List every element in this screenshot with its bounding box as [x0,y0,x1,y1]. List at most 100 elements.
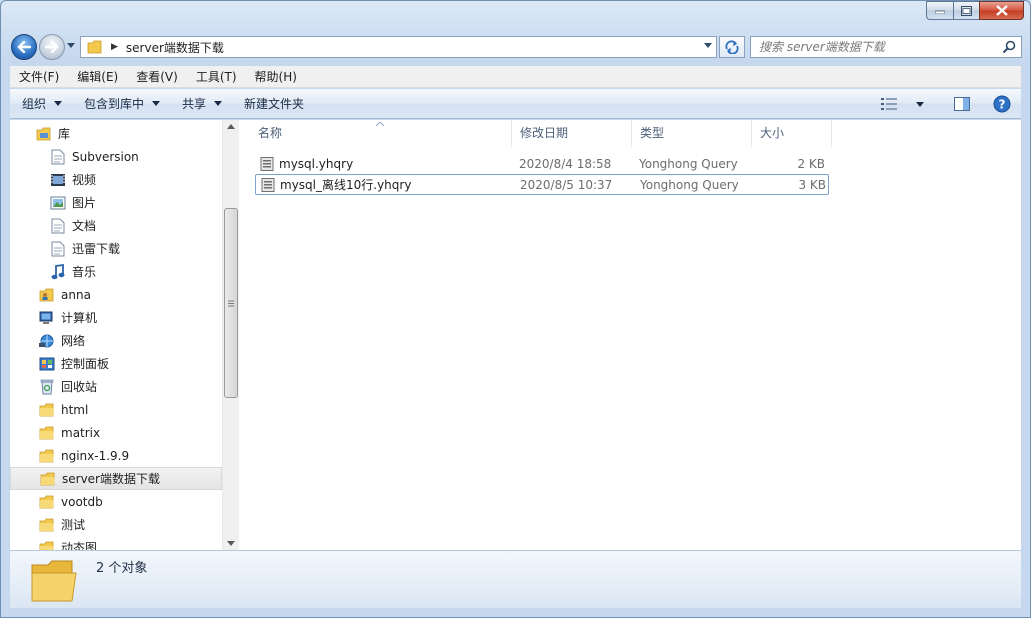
folder-icon [39,540,55,550]
file-size: 3 KB [798,177,826,192]
scrollbar-thumb[interactable] [224,208,238,398]
column-name[interactable]: 名称 [240,120,512,147]
address-row: ▶ server端数据下载 [1,32,1030,62]
close-button[interactable] [979,1,1024,20]
nav-item[interactable]: html [10,398,222,421]
nav-item[interactable]: 测试 [10,513,222,536]
nav-item[interactable]: server端数据下载 [10,467,222,490]
menu-tools[interactable]: 工具(T) [187,66,246,88]
new-folder-label: 新建文件夹 [244,97,305,111]
preview-pane-icon [954,97,970,111]
nav-item[interactable]: anna [10,283,222,306]
caption-buttons [926,1,1024,20]
nav-item[interactable]: 计算机 [10,306,222,329]
nav-item[interactable]: 库 [10,122,222,145]
nav-item[interactable]: 控制面板 [10,352,222,375]
nav-item[interactable]: 网络 [10,329,222,352]
address-dropdown-icon[interactable] [704,43,712,49]
menu-file[interactable]: 文件(F) [10,66,68,88]
menu-bar: 文件(F) 编辑(E) 查看(V) 工具(T) 帮助(H) [10,66,1021,88]
document-icon [50,149,66,165]
minimize-icon [935,10,945,14]
folder-icon [87,40,102,54]
arrow-right-icon [45,41,59,53]
recent-pages-dropdown[interactable] [67,43,75,49]
menu-help[interactable]: 帮助(H) [246,66,306,88]
nav-item[interactable]: nginx-1.9.9 [10,444,222,467]
organize-button[interactable]: 组织 [14,92,70,116]
nav-item[interactable]: 音乐 [10,260,222,283]
share-button[interactable]: 共享 [174,92,230,116]
nav-item[interactable]: matrix [10,421,222,444]
folder-icon [39,425,55,441]
nav-item[interactable]: 动态图 [10,536,222,550]
chevron-down-icon [214,101,223,106]
address-bar[interactable]: ▶ server端数据下载 [80,36,717,58]
nav-item-label: 迅雷下载 [72,242,121,256]
nav-item[interactable]: 回收站 [10,375,222,398]
preview-pane-button[interactable] [947,92,977,116]
explorer-window: ▶ server端数据下载 文件(F) 编辑(E) 查看(V) 工具(T) 帮助… [0,0,1031,618]
search-input[interactable] [759,40,1004,54]
file-name[interactable]: mysql.yhqry [279,157,519,171]
nav-scrollbar[interactable] [222,120,239,550]
breadcrumb-arrow-icon[interactable]: ▶ [111,42,118,52]
nav-item[interactable]: 迅雷下载 [10,237,222,260]
folder-icon [40,471,56,487]
computer-icon [39,310,55,326]
query-file-icon [260,177,276,193]
maximize-button[interactable] [953,1,979,20]
breadcrumb-segment[interactable]: server端数据下载 [126,39,224,56]
column-size[interactable]: 大小 [752,120,832,147]
svg-text:?: ? [999,98,1006,112]
column-size-label: 大小 [760,126,785,140]
sort-ascending-icon [376,122,384,126]
nav-item-label: 网络 [61,334,86,348]
nav-item[interactable]: 视频 [10,168,222,191]
view-options-dropdown[interactable] [911,92,929,116]
help-icon: ? [993,95,1011,113]
nav-item[interactable]: vootdb [10,490,222,513]
command-bar: 组织 包含到库中 共享 新建文件夹 ? [10,89,1021,119]
file-row[interactable]: mysql_离线10行.yhqry 2020/8/5 10:37 Yonghon… [255,174,829,195]
search-box[interactable] [750,36,1022,58]
nav-item-label: 测试 [61,518,86,532]
music-icon [50,263,66,280]
file-name[interactable]: mysql_离线10行.yhqry [280,176,520,193]
nav-item-label: 图片 [72,196,97,210]
folder-icon [39,448,55,464]
details-view-icon [881,98,897,110]
nav-item[interactable]: 文档 [10,214,222,237]
file-date: 2020/8/5 10:37 [520,177,613,192]
menu-view[interactable]: 查看(V) [127,66,187,88]
nav-item-label: anna [61,287,91,302]
scroll-down-icon[interactable] [227,541,235,546]
column-date[interactable]: 修改日期 [512,120,632,147]
include-in-library-button[interactable]: 包含到库中 [76,92,168,116]
column-type[interactable]: 类型 [632,120,752,147]
menu-edit[interactable]: 编辑(E) [68,66,127,88]
new-folder-button[interactable]: 新建文件夹 [236,92,312,116]
nav-item-label: 回收站 [61,380,98,394]
details-pane: 2 个对象 [10,550,1021,608]
back-button[interactable] [11,34,37,60]
refresh-button[interactable] [719,36,745,58]
help-button[interactable]: ? [987,92,1017,116]
navigation-pane: 库 Subversion 视频图片文档迅雷下载音乐 anna 计算机网络控制面板回收站 h… [10,120,238,550]
column-header: 名称 修改日期 类型 大小 [240,120,832,147]
nav-item-label: 控制面板 [61,357,110,371]
include-library-label: 包含到库中 [84,97,145,111]
nav-item-label: 文档 [72,219,97,233]
minimize-button[interactable] [926,1,953,20]
nav-item-label: server端数据下载 [62,472,160,486]
nav-item-label: vootdb [61,494,103,509]
forward-button[interactable] [39,34,65,60]
recycle-bin-icon [39,379,55,395]
maximize-icon [961,5,972,16]
search-icon[interactable] [1002,40,1016,54]
change-view-button[interactable] [871,92,907,116]
nav-item[interactable]: 图片 [10,191,222,214]
scroll-up-icon[interactable] [227,124,235,129]
nav-item[interactable]: Subversion [10,145,222,168]
file-row[interactable]: mysql.yhqry 2020/8/4 18:58 Yonghong Quer… [255,153,829,174]
